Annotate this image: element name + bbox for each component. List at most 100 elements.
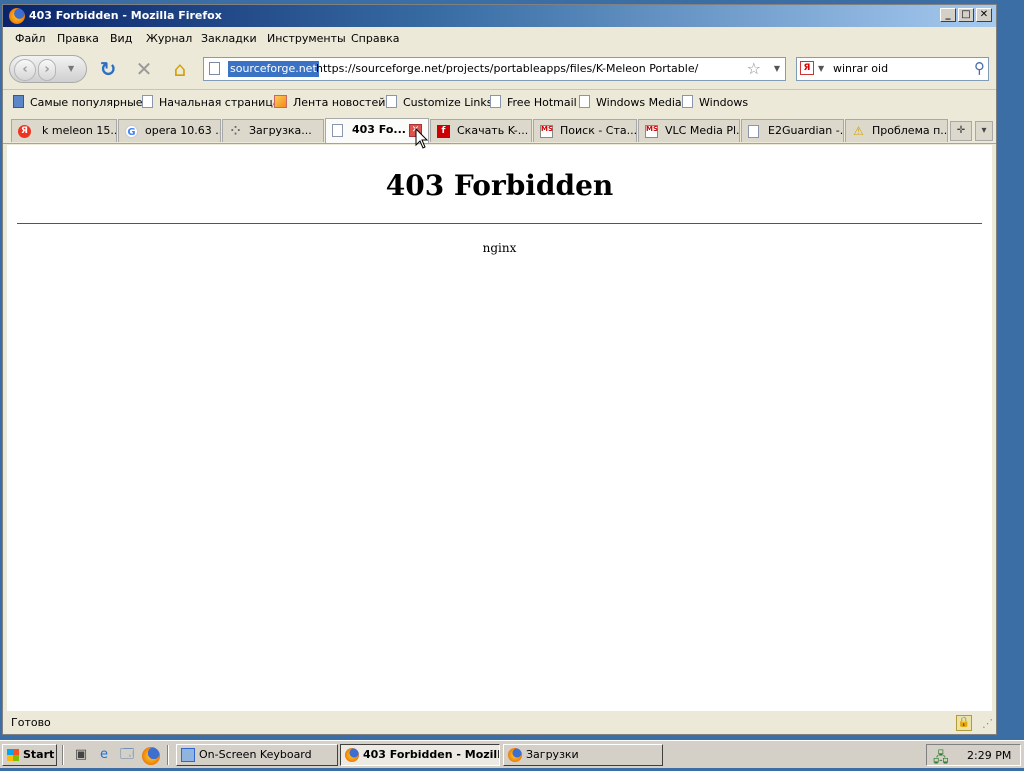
loading-spinner-icon: ⁘ — [230, 124, 241, 138]
search-input[interactable]: winrar oid — [833, 62, 888, 75]
system-tray: 🖧 2:29 PM — [926, 744, 1021, 766]
stop-icon[interactable]: ✕ — [132, 57, 156, 81]
taskbar-downloads[interactable]: Загрузки — [503, 744, 663, 766]
close-button[interactable]: ✕ — [976, 8, 992, 22]
menu-help[interactable]: Справка — [351, 32, 399, 45]
search-bar[interactable]: Я ▼ winrar oid ⚲ — [796, 57, 989, 81]
maximize-button[interactable]: □ — [958, 8, 974, 22]
flash-icon: f — [437, 125, 450, 138]
status-bar: Готово 🔒 ⋰ — [3, 711, 996, 735]
tab-loading[interactable]: ⁘ Загрузка... — [222, 119, 324, 142]
bookmark-free-hotmail[interactable]: Free Hotmail — [490, 95, 577, 111]
list-all-tabs-icon[interactable]: ▾ — [975, 121, 993, 141]
warning-icon: ⚠ — [853, 124, 864, 138]
page-icon — [209, 62, 220, 75]
page-icon — [142, 95, 153, 108]
mouse-cursor-icon — [415, 128, 429, 149]
tab-label: VLC Media Pl... — [665, 124, 740, 137]
start-button[interactable]: Start — [2, 744, 57, 766]
clock[interactable]: 2:29 PM — [967, 749, 1011, 762]
menu-file[interactable]: Файл — [15, 32, 45, 45]
tab-label: Проблема п... — [872, 124, 948, 137]
lock-icon[interactable]: 🔒 — [956, 715, 972, 731]
taskbar-firefox[interactable]: 403 Forbidden - Mozill... — [340, 744, 500, 766]
divider — [17, 223, 982, 224]
menu-history[interactable]: Журнал — [146, 32, 192, 45]
tab-label: Загрузка... — [249, 124, 312, 137]
bookmarks-toolbar: Самые популярные Начальная страница Лент… — [3, 91, 996, 115]
tab-k-meleon[interactable]: Я k meleon 15.... — [11, 119, 117, 142]
page-icon — [386, 95, 397, 108]
tab-vlc-media-player[interactable]: MS VLC Media Pl... — [638, 119, 740, 142]
menu-bookmarks[interactable]: Закладки — [201, 32, 257, 45]
rss-icon — [274, 95, 287, 108]
tab-strip: Я k meleon 15.... G opera 10.63 ... ⁘ За… — [3, 117, 996, 144]
tab-label: k meleon 15.... — [42, 124, 117, 137]
window-title: 403 Forbidden - Mozilla Firefox — [29, 9, 222, 22]
menu-tools[interactable]: Инструменты — [267, 32, 346, 45]
tab-opera[interactable]: G opera 10.63 ... — [118, 119, 221, 142]
bookmark-most-visited[interactable]: Самые популярные — [13, 95, 143, 111]
tab-problem[interactable]: ⚠ Проблема п... — [845, 119, 948, 142]
bookmark-star-icon[interactable]: ☆ — [747, 59, 761, 78]
title-bar[interactable]: 403 Forbidden - Mozilla Firefox _ □ ✕ — [3, 5, 996, 27]
status-text: Готово — [11, 716, 51, 729]
bookmark-news-feed[interactable]: Лента новостей — [274, 95, 385, 111]
search-engine-dropdown-icon[interactable]: ▼ — [818, 64, 824, 73]
internet-explorer-icon[interactable]: e — [95, 746, 113, 764]
page-icon — [332, 124, 343, 137]
network-icon[interactable]: 🖧 — [933, 747, 949, 771]
site-identity-button[interactable]: sourceforge.net — [228, 61, 319, 77]
firefox-icon — [345, 748, 359, 762]
tab-label: Скачать K-... — [457, 124, 529, 137]
firefox-quicklaunch-icon[interactable] — [142, 747, 160, 765]
bookmark-windows-media[interactable]: Windows Media — [579, 95, 682, 111]
page-icon — [579, 95, 590, 108]
menu-edit[interactable]: Правка — [57, 32, 99, 45]
ms-icon: MS — [645, 125, 658, 138]
page-icon — [682, 95, 693, 108]
forward-button[interactable]: › — [38, 59, 56, 81]
tab-label: Поиск - Ста... — [560, 124, 637, 137]
windows-explorer-icon[interactable]: 🗔 — [118, 746, 136, 764]
taskbar-separator — [62, 745, 64, 765]
history-dropdown-icon[interactable]: ▼ — [68, 64, 74, 73]
google-icon: G — [125, 125, 138, 138]
tab-label: opera 10.63 ... — [145, 124, 221, 137]
show-desktop-icon[interactable]: ▣ — [72, 746, 90, 764]
home-icon[interactable]: ⌂ — [168, 57, 192, 81]
ms-icon: MS — [540, 125, 553, 138]
error-heading: 403 Forbidden — [385, 169, 614, 202]
server-name: nginx — [482, 241, 517, 255]
tab-label: 403 Fo... — [352, 123, 406, 136]
page-icon — [490, 95, 501, 108]
firefox-icon — [9, 8, 25, 24]
menu-view[interactable]: Вид — [110, 32, 132, 45]
back-button[interactable]: ‹ — [14, 59, 36, 81]
windows-logo-icon — [7, 749, 19, 761]
tab-403-forbidden[interactable]: 403 Fo... ✕ — [325, 118, 429, 143]
tab-download-k-meleon[interactable]: f Скачать K-... — [430, 119, 532, 142]
address-bar[interactable]: sourceforge.net https://sourceforge.net/… — [203, 57, 786, 81]
taskbar-separator — [167, 745, 169, 765]
minimize-button[interactable]: _ — [940, 8, 956, 22]
browser-window: 403 Forbidden - Mozilla Firefox _ □ ✕ Фа… — [2, 4, 997, 735]
bookmark-start-page[interactable]: Начальная страница — [142, 95, 280, 111]
url-dropdown-icon[interactable]: ▼ — [774, 64, 780, 73]
keyboard-icon — [181, 748, 195, 762]
new-tab-icon[interactable]: ✛ — [950, 121, 972, 141]
back-forward-group: ‹ › ▼ — [9, 55, 87, 83]
bookmark-customize-links[interactable]: Customize Links — [386, 95, 493, 111]
tab-e2guardian[interactable]: E2Guardian -... — [741, 119, 844, 142]
resize-grip-icon[interactable]: ⋰ — [982, 717, 993, 730]
taskbar-onscreen-keyboard[interactable]: On-Screen Keyboard — [176, 744, 338, 766]
search-engine-icon[interactable]: Я — [800, 61, 814, 75]
search-icon[interactable]: ⚲ — [974, 59, 985, 77]
bookmark-windows[interactable]: Windows — [682, 95, 748, 111]
reload-icon[interactable]: ↻ — [96, 57, 120, 81]
most-visited-icon — [13, 95, 24, 108]
taskbar: Start ▣ e 🗔 On-Screen Keyboard 403 Forbi… — [0, 740, 1024, 768]
menu-bar: Файл Правка Вид Журнал Закладки Инструме… — [3, 28, 996, 48]
url-text[interactable]: https://sourceforge.net/projects/portabl… — [316, 62, 698, 75]
tab-search[interactable]: MS Поиск - Ста... — [533, 119, 637, 142]
